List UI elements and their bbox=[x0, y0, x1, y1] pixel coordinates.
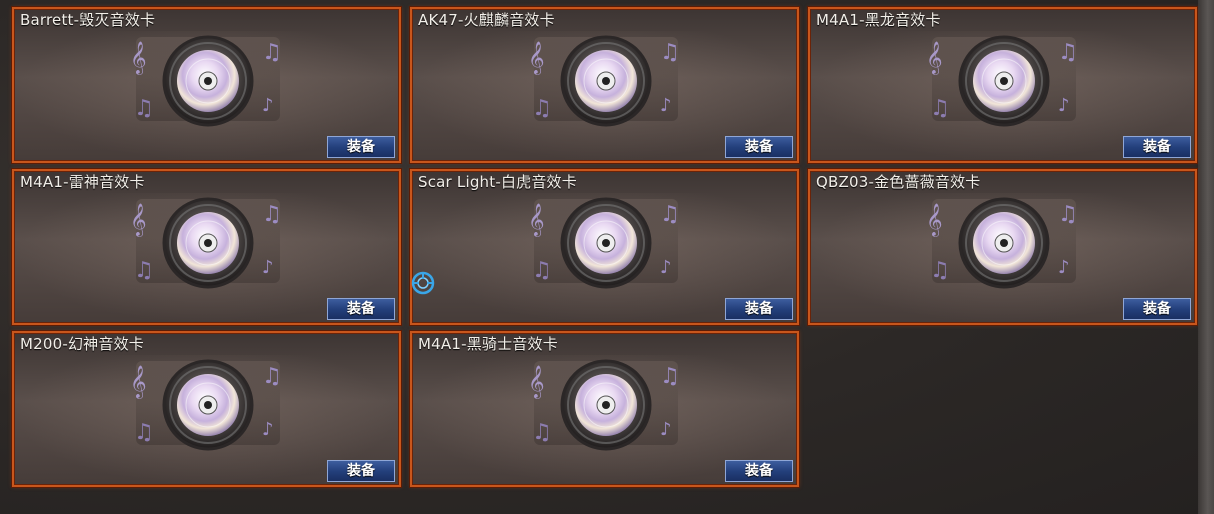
sound-card-item[interactable]: Barrett-毁灭音效卡 装备 bbox=[12, 7, 401, 163]
equip-button[interactable]: 装备 bbox=[725, 136, 793, 158]
sound-card-item[interactable]: AK47-火麒麟音效卡 装备 bbox=[410, 7, 799, 163]
card-title: M4A1-黑龙音效卡 bbox=[816, 11, 941, 29]
equip-button[interactable]: 装备 bbox=[725, 298, 793, 320]
music-disc-icon bbox=[128, 35, 284, 127]
sound-card-item[interactable]: QBZ03-金色蔷薇音效卡 装备 bbox=[808, 169, 1197, 325]
card-title: M4A1-雷神音效卡 bbox=[20, 173, 145, 191]
card-title: M200-幻神音效卡 bbox=[20, 335, 144, 353]
equip-button[interactable]: 装备 bbox=[327, 298, 395, 320]
music-disc-icon bbox=[526, 359, 682, 451]
music-disc-icon bbox=[526, 35, 682, 127]
equip-button[interactable]: 装备 bbox=[1123, 136, 1191, 158]
card-title: Scar Light-白虎音效卡 bbox=[418, 173, 577, 191]
card-title: QBZ03-金色蔷薇音效卡 bbox=[816, 173, 981, 191]
equip-button[interactable]: 装备 bbox=[327, 460, 395, 482]
equip-button[interactable]: 装备 bbox=[327, 136, 395, 158]
sound-card-item[interactable]: M4A1-黑龙音效卡 装备 bbox=[808, 7, 1197, 163]
music-disc-icon bbox=[924, 197, 1080, 289]
sound-card-item[interactable]: Scar Light-白虎音效卡 装备 bbox=[410, 169, 799, 325]
card-title: Barrett-毁灭音效卡 bbox=[20, 11, 156, 29]
equip-button[interactable]: 装备 bbox=[725, 460, 793, 482]
card-title: AK47-火麒麟音效卡 bbox=[418, 11, 555, 29]
scrollbar-track[interactable] bbox=[1198, 0, 1214, 514]
card-title: M4A1-黑骑士音效卡 bbox=[418, 335, 558, 353]
equip-button[interactable]: 装备 bbox=[1123, 298, 1191, 320]
music-disc-icon bbox=[924, 35, 1080, 127]
music-disc-icon bbox=[526, 197, 682, 289]
crosshair-cursor-icon bbox=[411, 271, 435, 295]
sound-card-item[interactable]: M4A1-雷神音效卡 装备 bbox=[12, 169, 401, 325]
music-disc-icon bbox=[128, 197, 284, 289]
sound-card-item[interactable]: M200-幻神音效卡 装备 bbox=[12, 331, 401, 487]
sound-card-inventory: Barrett-毁灭音效卡 装备 AK47-火麒麟音效卡 装备 M4A1-黑龙音… bbox=[0, 0, 1214, 514]
music-disc-icon bbox=[128, 359, 284, 451]
sound-card-item[interactable]: M4A1-黑骑士音效卡 装备 bbox=[410, 331, 799, 487]
